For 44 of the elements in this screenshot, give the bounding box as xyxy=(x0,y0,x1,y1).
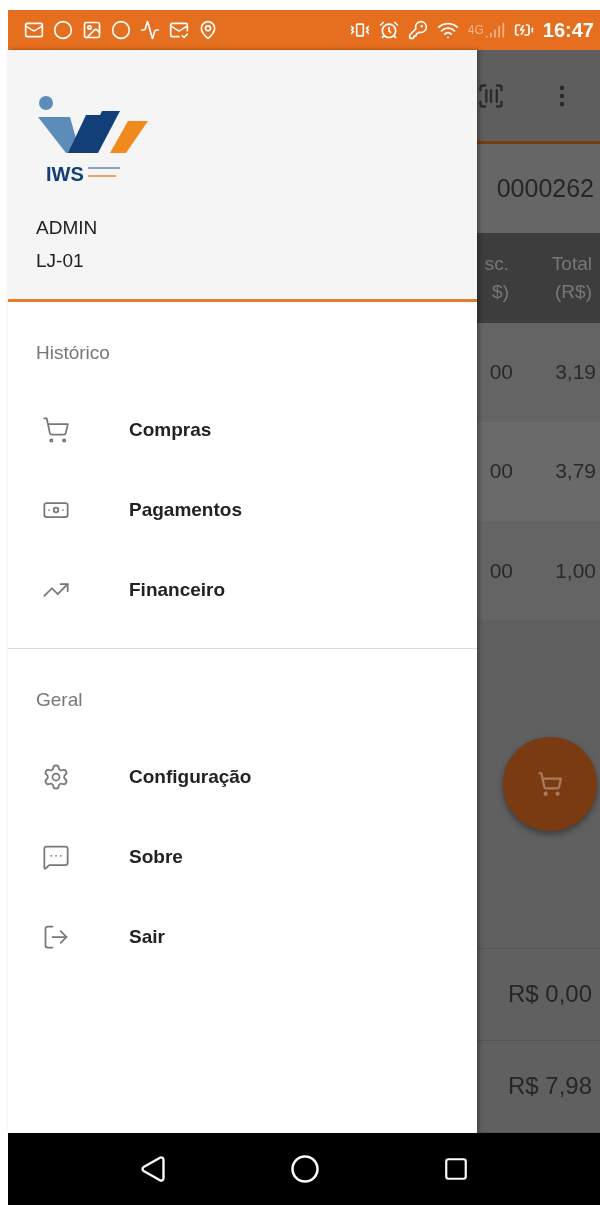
column-heading: (R$) xyxy=(554,280,592,305)
menu-item[interactable]: Sair xyxy=(8,897,477,977)
column-heading: sc. xyxy=(483,252,509,277)
table-cell-text: 1,00 xyxy=(554,558,597,583)
key-icon xyxy=(407,20,428,40)
total-amount: R$ 0,00 xyxy=(477,948,600,1041)
menu-item[interactable]: Pagamentos xyxy=(8,470,477,550)
menu-item-label: Sobre xyxy=(129,846,183,868)
vibrate-icon xyxy=(349,20,370,40)
mail-icon xyxy=(24,20,44,40)
user-name: ADMIN xyxy=(36,216,99,240)
section-title: Histórico xyxy=(35,342,111,364)
menu-item-label: Pagamentos xyxy=(129,499,242,521)
menu-item-label: Sair xyxy=(129,926,165,948)
mail-check-icon xyxy=(169,20,189,40)
table-cell-text: 3,79 xyxy=(554,459,597,484)
image-icon xyxy=(82,20,102,40)
menu-item-label: Configuração xyxy=(129,766,252,788)
column-heading: $) xyxy=(491,280,509,305)
menu-item[interactable]: Sobre xyxy=(8,817,477,897)
menu-item[interactable]: Configuração xyxy=(8,737,477,817)
circle-icon xyxy=(111,20,131,40)
order-number: 0000262 xyxy=(477,144,600,234)
table-cell-text: 00 xyxy=(488,558,514,583)
menu-item[interactable]: Compras xyxy=(8,390,477,470)
logo-drawing: IWS xyxy=(36,95,156,187)
map-pin-icon xyxy=(198,20,218,40)
clock: 16:47 xyxy=(542,18,594,42)
menu-item[interactable]: Financeiro xyxy=(8,550,477,630)
chart-icon xyxy=(140,20,160,40)
table-cell-text: 3,19 xyxy=(554,360,597,385)
network-type: 4G xyxy=(467,23,484,37)
column-heading: Total xyxy=(550,252,592,277)
alarm-icon xyxy=(378,20,399,40)
menu-item-label: Compras xyxy=(129,419,212,441)
total-amount: R$ 7,98 xyxy=(477,1040,600,1133)
table-cell-text: 00 xyxy=(488,459,514,484)
section-title: Geral xyxy=(35,689,84,711)
store-code: LJ-01 xyxy=(36,249,85,273)
table-cell-text: 00 xyxy=(488,360,514,385)
cart-icon xyxy=(537,770,563,797)
signal-icon xyxy=(484,20,505,40)
menu-item-label: Financeiro xyxy=(129,579,226,601)
circle-icon xyxy=(53,20,73,40)
